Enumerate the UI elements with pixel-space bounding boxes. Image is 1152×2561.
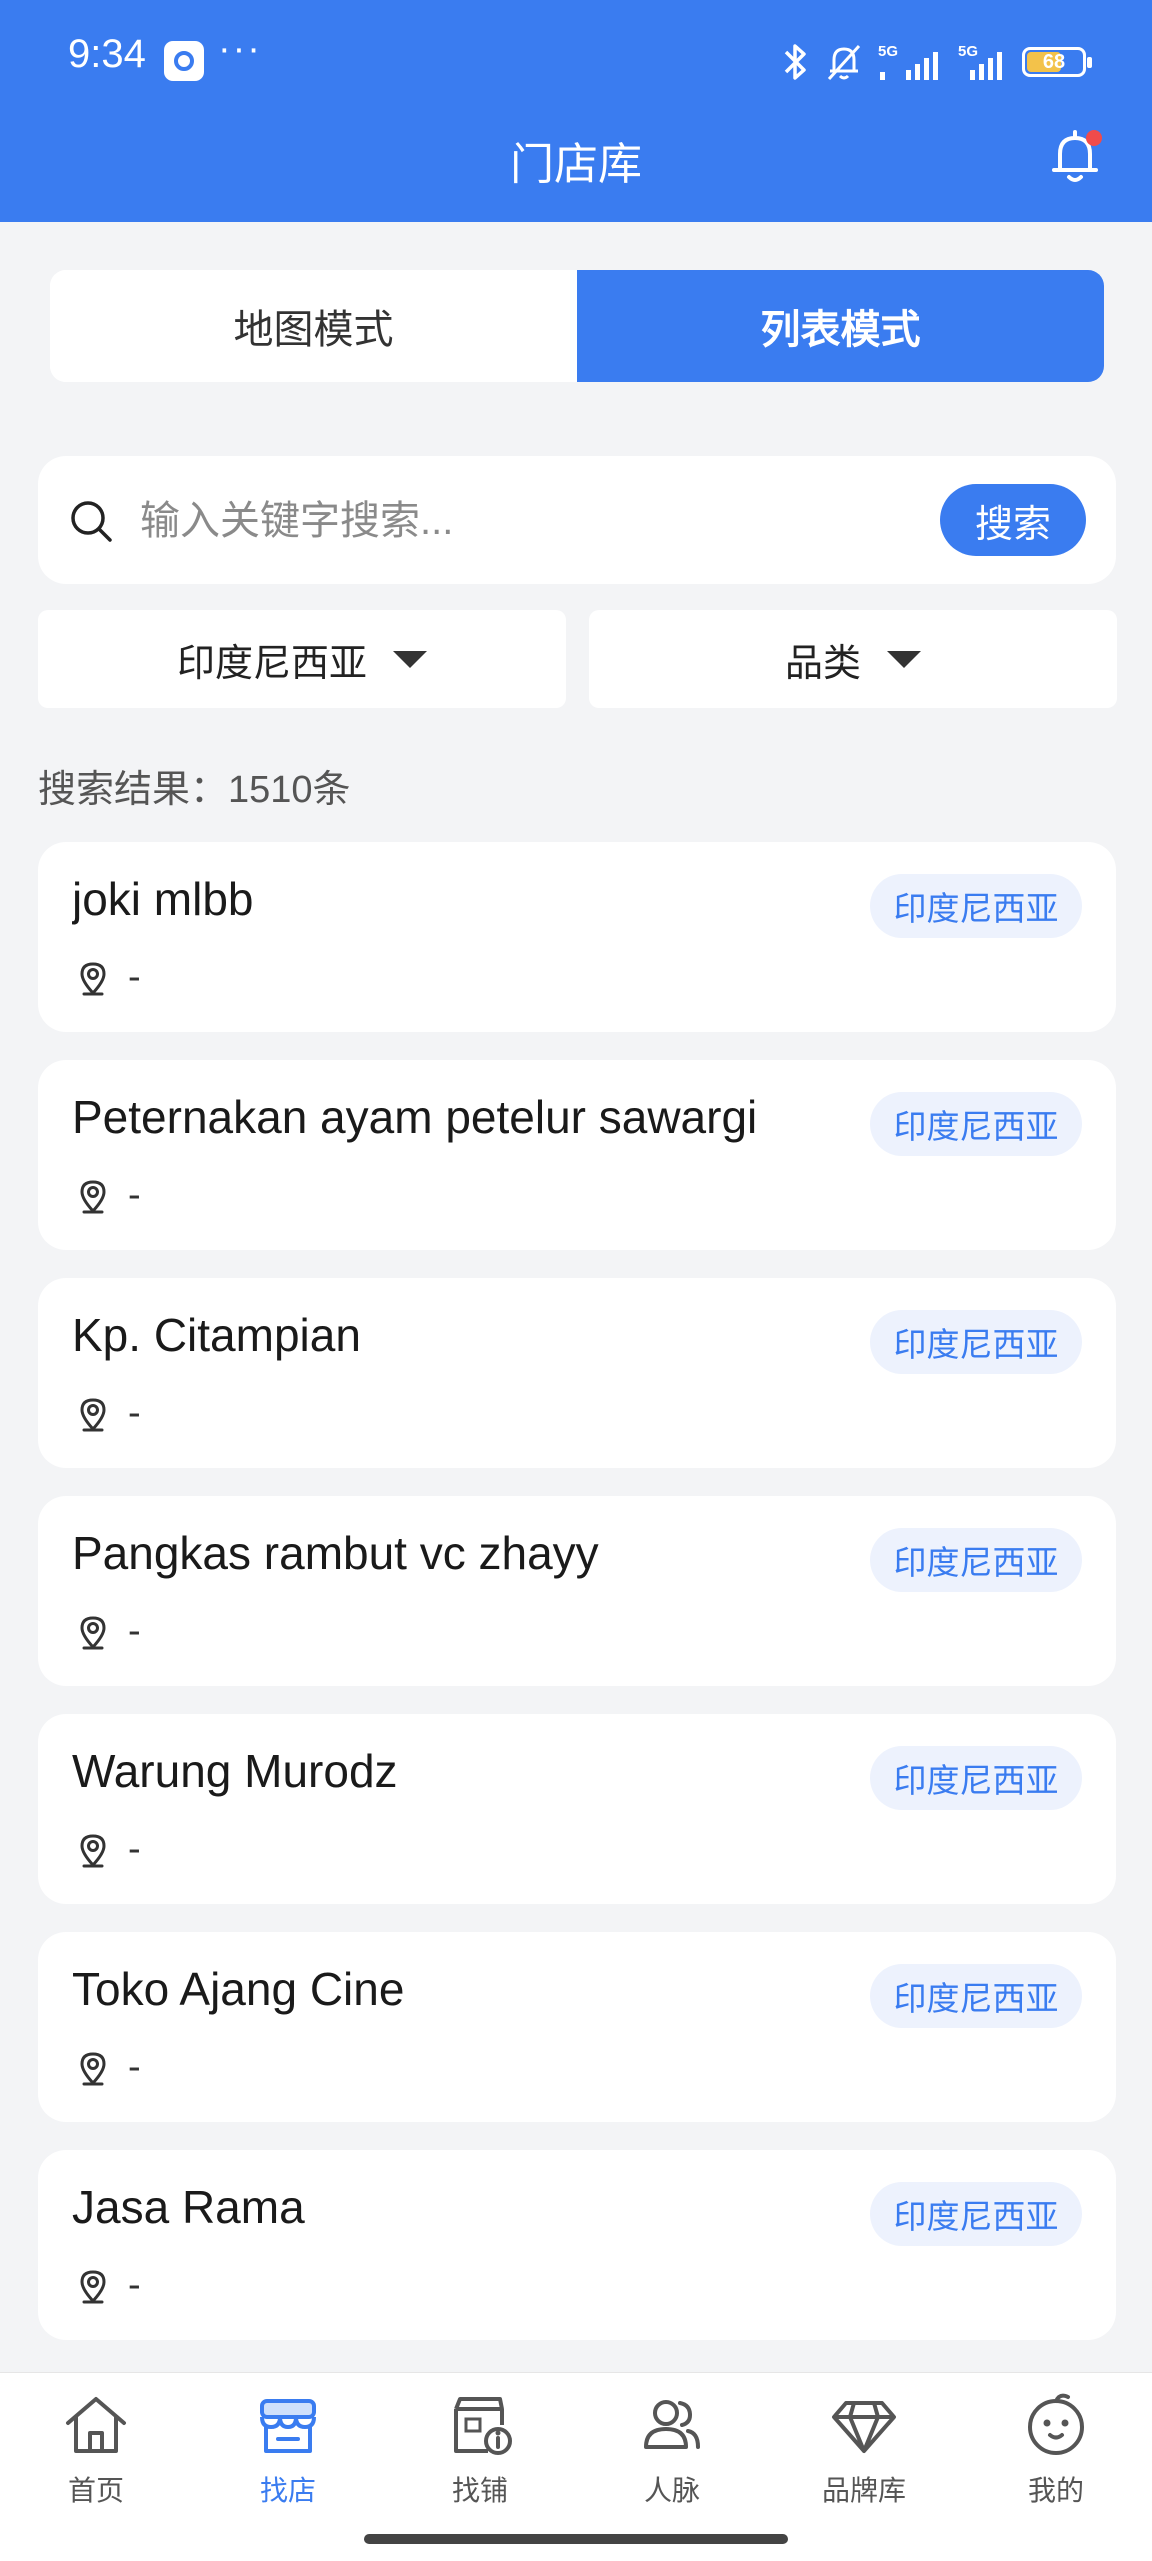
app-header: 9:34 ··· 5G 5G 68 门店库 — [0, 0, 1152, 222]
store-card[interactable]: Kp. Citampian 印度尼西亚 - — [38, 1278, 1116, 1468]
store-address: - — [128, 956, 141, 998]
caret-down-icon — [887, 650, 921, 668]
store-address: - — [128, 1392, 141, 1434]
notification-badge — [1086, 130, 1102, 146]
signal-5g-icon: 5G — [878, 43, 938, 80]
nav-home[interactable]: 首页 — [0, 2389, 192, 2509]
location-pin-icon — [80, 2269, 106, 2303]
country-tag: 印度尼西亚 — [870, 1746, 1082, 1810]
nav-contacts[interactable]: 人脉 — [576, 2389, 768, 2509]
store-address: - — [128, 1174, 141, 1216]
store-card[interactable]: joki mlbb 印度尼西亚 - — [38, 842, 1116, 1032]
nav-home-label: 首页 — [67, 2475, 124, 2506]
search-icon — [71, 501, 112, 542]
store-location: - — [78, 1174, 141, 1217]
tab-map-mode[interactable]: 地图模式 — [50, 270, 577, 382]
signal-5g-icon: 5G — [958, 43, 1002, 80]
store-location: - — [78, 2264, 141, 2307]
store-address: - — [128, 1828, 141, 1870]
battery-icon: 68 — [1022, 47, 1092, 77]
nav-brand-library[interactable]: 品牌库 — [768, 2389, 960, 2509]
store-name: Toko Ajang Cine — [72, 1963, 405, 2015]
nav-profile-label: 我的 — [1027, 2475, 1084, 2506]
store-location: - — [78, 1610, 141, 1653]
status-time: 9:34 — [68, 32, 146, 76]
country-tag: 印度尼西亚 — [870, 1092, 1082, 1156]
svg-text:5G: 5G — [958, 43, 978, 60]
svg-text:5G: 5G — [878, 43, 898, 60]
profile-face-icon — [1028, 2393, 1084, 2455]
location-pin-icon — [80, 1397, 106, 1431]
search-input[interactable] — [138, 486, 922, 556]
store-card[interactable]: Pangkas rambut vc zhayy 印度尼西亚 - — [38, 1496, 1116, 1686]
tab-list-mode[interactable]: 列表模式 — [577, 270, 1104, 382]
page-title: 门店库 — [510, 140, 642, 189]
store-name: Jasa Rama — [72, 2181, 305, 2233]
nav-find-shop-label: 找铺 — [451, 2475, 508, 2506]
home-indicator[interactable] — [364, 2534, 788, 2544]
store-address: - — [128, 2264, 141, 2306]
diamond-icon — [832, 2401, 896, 2453]
people-icon — [644, 2400, 700, 2449]
location-pin-icon — [80, 961, 106, 995]
home-icon — [66, 2397, 126, 2453]
bell-off-icon — [827, 44, 861, 81]
category-filter-dropdown[interactable]: 品类 — [589, 610, 1117, 708]
store-location: - — [78, 956, 141, 999]
nav-find-store-label: 找店 — [259, 2475, 316, 2506]
nav-brand-library-label: 品牌库 — [821, 2475, 906, 2506]
store-location: - — [78, 1392, 141, 1435]
location-pin-icon — [80, 1833, 106, 1867]
nav-find-shop[interactable]: 找铺 — [384, 2389, 576, 2509]
bluetooth-icon — [784, 44, 806, 80]
store-name: Pangkas rambut vc zhayy — [72, 1527, 599, 1579]
store-card[interactable]: Peternakan ayam petelur sawargi 印度尼西亚 - — [38, 1060, 1116, 1250]
app-icon — [164, 41, 204, 81]
result-count: 搜索结果：1510条 — [38, 769, 351, 811]
store-card[interactable]: Jasa Rama 印度尼西亚 - — [38, 2150, 1116, 2340]
nav-find-store[interactable]: 找店 — [192, 2389, 384, 2509]
search-button[interactable]: 搜索 — [940, 484, 1086, 556]
location-pin-icon — [80, 1179, 106, 1213]
store-name: joki mlbb — [72, 873, 254, 925]
store-address: - — [128, 1610, 141, 1652]
location-pin-icon — [80, 1615, 106, 1649]
nav-profile[interactable]: 我的 — [960, 2389, 1152, 2509]
search-bar: 搜索 — [38, 456, 1116, 584]
battery-level: 68 — [1042, 50, 1066, 73]
view-mode-toggle: 地图模式 列表模式 — [50, 270, 1104, 382]
country-tag: 印度尼西亚 — [870, 2182, 1082, 2246]
store-name: Warung Murodz — [72, 1745, 398, 1797]
bottom-nav: 首页 找店 找铺 人脉 品牌库 我的 — [0, 2372, 1152, 2561]
store-location: - — [78, 2046, 141, 2089]
status-more: ··· — [218, 28, 262, 70]
category-filter-label: 品类 — [784, 642, 861, 685]
country-tag: 印度尼西亚 — [870, 1528, 1082, 1592]
location-pin-icon — [80, 2051, 106, 2085]
country-filter-label: 印度尼西亚 — [176, 642, 367, 685]
store-location: - — [78, 1828, 141, 1871]
country-tag: 印度尼西亚 — [870, 1310, 1082, 1374]
store-icon — [260, 2399, 316, 2453]
country-tag: 印度尼西亚 — [870, 874, 1082, 938]
caret-down-icon — [393, 650, 427, 668]
store-address: - — [128, 2046, 141, 2088]
store-name: Kp. Citampian — [72, 1309, 361, 1361]
status-bar: 9:34 ··· 5G 5G 68 — [0, 0, 1152, 120]
shop-info-icon — [454, 2397, 512, 2455]
store-name: Peternakan ayam petelur sawargi — [72, 1091, 758, 1143]
store-card[interactable]: Toko Ajang Cine 印度尼西亚 - — [38, 1932, 1116, 2122]
status-icons: 5G 5G 68 — [780, 38, 1092, 86]
store-card[interactable]: Warung Murodz 印度尼西亚 - — [38, 1714, 1116, 1904]
country-tag: 印度尼西亚 — [870, 1964, 1082, 2028]
nav-contacts-label: 人脉 — [643, 2475, 700, 2506]
country-filter-dropdown[interactable]: 印度尼西亚 — [38, 610, 566, 708]
